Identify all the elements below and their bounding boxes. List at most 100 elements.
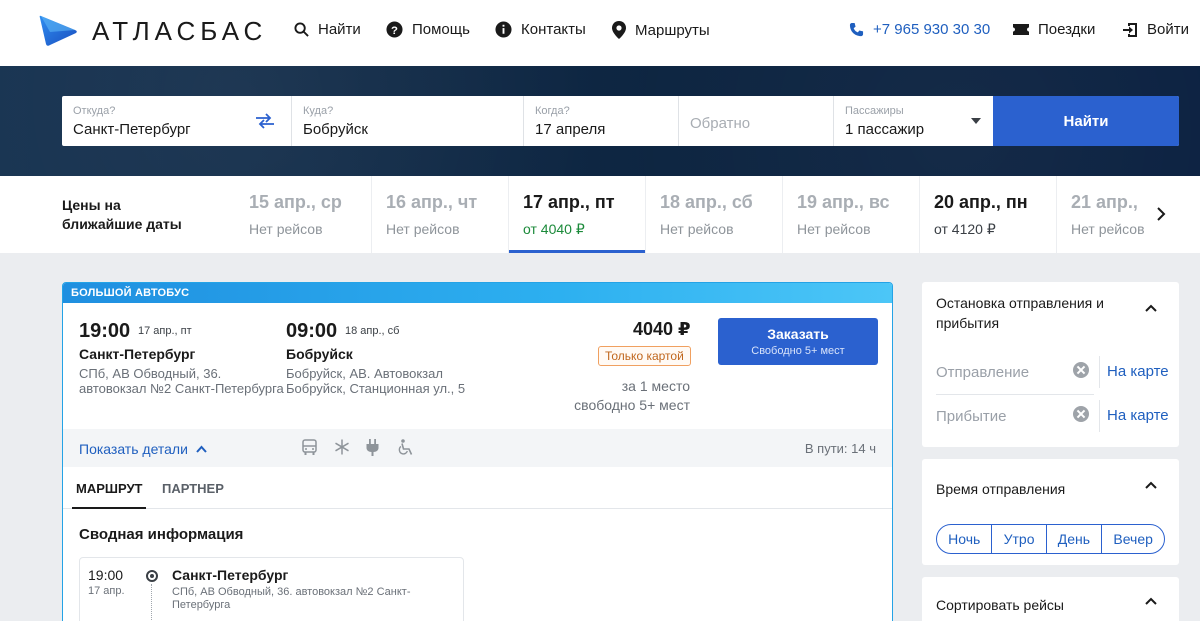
time-option-morning[interactable]: Утро <box>992 525 1047 553</box>
nav-contacts-label: Контакты <box>521 21 586 38</box>
departure-stop-row: Отправление На карте <box>936 350 1172 394</box>
nav-help-label: Помощь <box>412 21 470 38</box>
nav-trips[interactable]: Поездки <box>1013 21 1095 38</box>
free-seats-label: свободно 5+ мест <box>574 397 690 413</box>
details-bar: Показать детали В пути: 14 ч <box>63 429 892 467</box>
stop-time: 19:00 <box>88 567 124 583</box>
date-label: 15 апр., ср <box>249 192 342 212</box>
date-label: 17 апр., пт <box>523 192 615 212</box>
search-submit-button[interactable]: Найти <box>993 96 1179 146</box>
divider <box>1099 400 1100 432</box>
order-button-sub: Свободно 5+ мест <box>751 345 845 357</box>
date-label: 20 апр., пн <box>934 192 1028 212</box>
info-icon <box>495 21 512 38</box>
departure-time-title: Время отправления <box>936 481 1066 497</box>
nav-help[interactable]: ? Помощь <box>386 21 470 38</box>
date-item[interactable]: 21 апр., Нет рейсов <box>1057 176 1145 253</box>
show-details-toggle[interactable]: Показать детали <box>79 441 207 457</box>
passengers-label: Пассажиры <box>845 105 904 117</box>
trip-tabs: МАРШРУТ ПАРТНЕР <box>63 467 892 509</box>
nav-phone[interactable]: +7 965 930 30 30 <box>849 21 990 38</box>
clear-arrival-icon[interactable] <box>1073 406 1089 422</box>
arrival-stop-input[interactable]: Прибытие <box>936 408 1006 425</box>
date-value: 17 апреля <box>535 121 606 138</box>
time-option-night[interactable]: Ночь <box>937 525 993 553</box>
return-field[interactable]: Обратно <box>679 96 834 146</box>
chevron-up-icon <box>196 445 207 453</box>
nav-trips-label: Поездки <box>1038 21 1096 38</box>
tab-route[interactable]: МАРШРУТ <box>71 481 148 509</box>
logo-play-icon <box>39 15 77 46</box>
ticket-icon <box>1013 24 1029 35</box>
to-value: Бобруйск <box>303 121 368 138</box>
per-seat-label: за 1 место <box>621 378 690 394</box>
route-stop: 19:00 17 апр. Санкт-Петербург СПб, АВ Об… <box>79 557 464 621</box>
stops-filter-title: Остановка отправления и прибытия <box>936 295 1104 331</box>
map-pin-icon <box>612 21 626 39</box>
nav-find-label: Найти <box>318 21 361 38</box>
arrival-address-1: Бобруйск, АВ. Автовокзал <box>286 366 443 381</box>
order-button[interactable]: Заказать Свободно 5+ мест <box>718 318 878 365</box>
to-field[interactable]: Куда? Бобруйск <box>292 96 524 146</box>
search-band: Откуда? Санкт-Петербург Куда? Бобруйск К… <box>0 66 1200 176</box>
top-header: АТЛАСБАС Найти ? Помощь Контакты Маршрут… <box>0 0 1200 66</box>
plug-icon <box>366 439 379 456</box>
date-field[interactable]: Когда? 17 апреля <box>524 96 679 146</box>
date-item[interactable]: 20 апр., пн от 4120 ₽ <box>920 176 1057 253</box>
route-line <box>151 584 152 621</box>
return-placeholder: Обратно <box>690 115 751 132</box>
date-item-selected[interactable]: 17 апр., пт от 4040 ₽ <box>509 176 646 253</box>
arrival-stop-row: Прибытие На карте <box>936 394 1172 438</box>
snowflake-icon <box>335 439 349 455</box>
nav-find[interactable]: Найти <box>294 21 361 38</box>
time-option-evening[interactable]: Вечер <box>1102 525 1164 553</box>
date-sub: Нет рейсов <box>249 221 323 237</box>
time-option-day[interactable]: День <box>1047 525 1103 553</box>
stop-dot-icon <box>146 570 158 582</box>
chevron-up-icon[interactable] <box>1145 304 1157 312</box>
departure-time: 19:00 <box>79 320 131 342</box>
nav-contacts[interactable]: Контакты <box>495 21 586 38</box>
order-button-label: Заказать <box>767 326 829 342</box>
date-item[interactable]: 18 апр., сб Нет рейсов <box>646 176 783 253</box>
swap-icon[interactable] <box>255 113 275 129</box>
stop-date: 17 апр. <box>88 585 125 597</box>
search-form: Откуда? Санкт-Петербург Куда? Бобруйск К… <box>62 96 1179 146</box>
from-field[interactable]: Откуда? Санкт-Петербург <box>62 96 292 146</box>
stops-filter-panel: Остановка отправления и прибытия Отправл… <box>922 282 1179 447</box>
departure-time-panel: Время отправления Ночь Утро День Вечер <box>922 459 1179 565</box>
stop-city: Санкт-Петербург <box>172 567 289 583</box>
nav-login[interactable]: Войти <box>1122 21 1189 38</box>
summary-title: Сводная информация <box>79 526 244 543</box>
departure-address-1: СПб, АВ Обводный, 36. <box>79 366 222 381</box>
nav-routes-label: Маршруты <box>635 21 710 39</box>
travel-duration: В пути: 14 ч <box>804 441 876 456</box>
login-icon <box>1123 22 1137 37</box>
date-item[interactable]: 15 апр., ср Нет рейсов <box>235 176 372 253</box>
passengers-field[interactable]: Пассажиры 1 пассажир <box>834 96 993 146</box>
date-item[interactable]: 16 апр., чт Нет рейсов <box>372 176 509 253</box>
date-item[interactable]: 19 апр., вс Нет рейсов <box>783 176 920 253</box>
departure-on-map-link[interactable]: На карте <box>1107 363 1169 380</box>
show-details-label: Показать детали <box>79 441 188 457</box>
departure-address-2: автовокзал №2 Санкт-Петербурга <box>79 381 284 396</box>
to-label: Куда? <box>303 105 334 117</box>
arrival-time: 09:00 <box>286 320 338 342</box>
chevron-up-icon[interactable] <box>1145 597 1157 605</box>
tab-partner[interactable]: ПАРТНЕР <box>162 481 224 496</box>
date-sub: Нет рейсов <box>386 221 460 237</box>
departure-stop-input[interactable]: Отправление <box>936 364 1029 381</box>
brand-name: АТЛАСБАС <box>92 15 268 46</box>
date-prices-strip: Цены на ближайшие даты 15 апр., ср Нет ре… <box>0 176 1200 253</box>
chevron-right-icon[interactable] <box>1156 207 1166 221</box>
clear-departure-icon[interactable] <box>1073 362 1089 378</box>
arrival-address-2: Бобруйск, Станционная ул., 5 <box>286 381 466 396</box>
date-label: 21 апр., <box>1071 192 1138 212</box>
trip-card: БОЛЬШОЙ АВТОБУС 19:00 17 апр., пт Санкт-… <box>62 282 893 621</box>
chevron-up-icon[interactable] <box>1145 481 1157 489</box>
arrival-on-map-link[interactable]: На карте <box>1107 407 1169 424</box>
date-sub: Нет рейсов <box>797 221 871 237</box>
brand-logo[interactable]: АТЛАСБАС <box>38 14 267 48</box>
bus-type-tag: БОЛЬШОЙ АВТОБУС <box>63 283 892 303</box>
nav-routes[interactable]: Маршруты <box>612 21 710 39</box>
